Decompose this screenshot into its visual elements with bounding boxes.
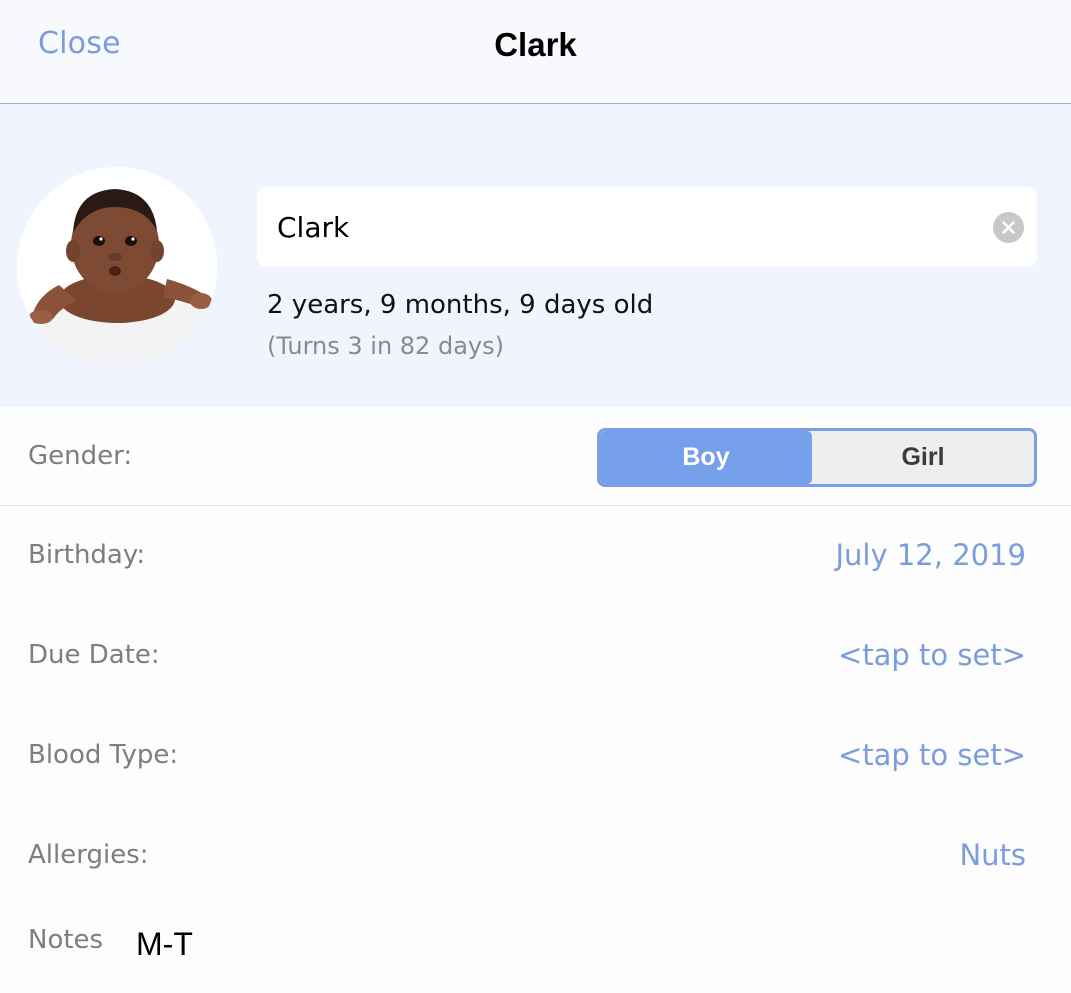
notes-value[interactable]: M-T (136, 926, 193, 963)
baby-photo-icon (17, 167, 217, 367)
blood-type-value[interactable]: <tap to set> (838, 738, 1026, 772)
birthday-label: Birthday: (28, 540, 146, 570)
birthday-value[interactable]: July 12, 2019 (835, 538, 1026, 572)
navigation-bar: Close Clark (0, 0, 1071, 104)
notes-row[interactable]: Notes M-T (0, 908, 1071, 993)
notes-label: Notes (28, 925, 104, 955)
name-input[interactable] (277, 187, 977, 267)
due-date-row[interactable]: Due Date: <tap to set> (0, 606, 1071, 706)
segment-boy[interactable]: Boy (600, 431, 812, 484)
clear-x-icon[interactable] (993, 212, 1024, 243)
avatar[interactable] (17, 167, 217, 367)
gender-segmented-control[interactable]: Boy Girl (597, 428, 1037, 487)
age-text: 2 years, 9 months, 9 days old (267, 290, 654, 320)
gender-row: Gender: Boy Girl (0, 407, 1071, 506)
baby-profile-screen: Close Clark Clark 2 years, 9 months, 9 d… (0, 0, 1071, 993)
due-date-label: Due Date: (28, 640, 160, 670)
due-date-value[interactable]: <tap to set> (838, 638, 1026, 672)
page-title: Clark (494, 26, 577, 63)
name-field[interactable] (257, 187, 1037, 267)
blood-type-label: Blood Type: (28, 740, 179, 770)
allergies-row[interactable]: Allergies: Nuts (0, 806, 1071, 906)
blood-type-row[interactable]: Blood Type: <tap to set> (0, 706, 1071, 806)
allergies-label: Allergies: (28, 840, 149, 870)
allergies-value[interactable]: Nuts (959, 838, 1026, 872)
gender-label: Gender: (28, 441, 133, 471)
profile-header: 2 years, 9 months, 9 days old (Turns 3 i… (0, 104, 1071, 407)
next-birthday-text: (Turns 3 in 82 days) (267, 332, 504, 360)
segment-girl[interactable]: Girl (812, 431, 1034, 484)
birthday-row[interactable]: Birthday: July 12, 2019 (0, 506, 1071, 606)
